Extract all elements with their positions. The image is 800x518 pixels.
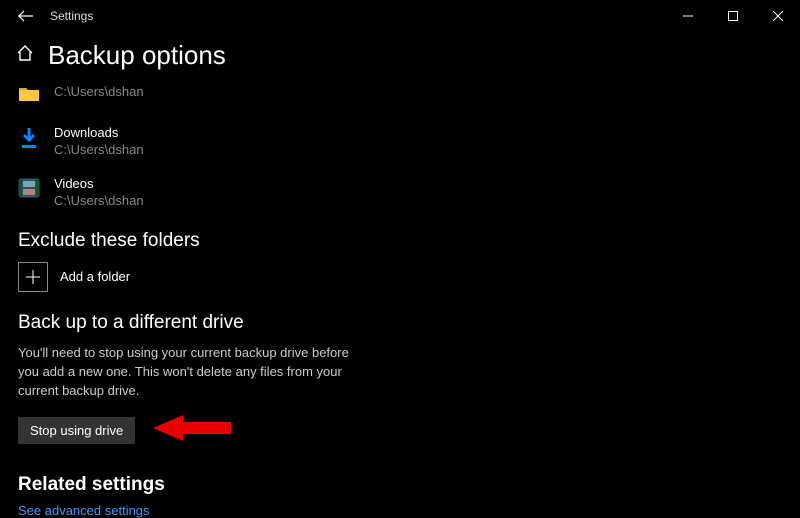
folder-text: C:\Users\dshan	[54, 83, 144, 101]
folder-icon	[18, 85, 40, 107]
videos-icon	[18, 178, 40, 200]
folder-path: C:\Users\dshan	[54, 193, 144, 210]
folder-name: Downloads	[54, 125, 144, 141]
stop-using-drive-button[interactable]: Stop using drive	[18, 417, 135, 444]
folder-path: C:\Users\dshan	[54, 84, 144, 101]
content-area: C:\Users\dshan Downloads C:\Users\dshan …	[0, 81, 800, 518]
add-folder-label: Add a folder	[60, 269, 130, 284]
app-title: Settings	[50, 9, 93, 23]
close-icon	[773, 11, 783, 21]
annotation-arrow	[153, 413, 233, 448]
add-folder-button[interactable]: Add a folder	[18, 262, 782, 292]
maximize-icon	[728, 11, 738, 21]
minimize-icon	[683, 11, 693, 21]
download-icon	[18, 127, 40, 149]
home-icon[interactable]	[16, 44, 34, 67]
minimize-button[interactable]	[665, 0, 710, 32]
folder-text: Downloads C:\Users\dshan	[54, 125, 144, 158]
folder-name: Videos	[54, 176, 144, 192]
related-heading: Related settings	[18, 474, 782, 496]
folder-text: Videos C:\Users\dshan	[54, 176, 144, 209]
maximize-button[interactable]	[710, 0, 755, 32]
exclude-heading: Exclude these folders	[18, 230, 782, 252]
page-title: Backup options	[48, 40, 226, 71]
stop-drive-row: Stop using drive	[18, 413, 782, 448]
plus-icon	[18, 262, 48, 292]
folder-item-downloads[interactable]: Downloads C:\Users\dshan	[18, 123, 782, 158]
window-controls	[665, 0, 800, 32]
close-button[interactable]	[755, 0, 800, 32]
page-header: Backup options	[0, 32, 800, 81]
arrow-left-icon	[18, 10, 34, 22]
folder-item-userroot[interactable]: C:\Users\dshan	[18, 81, 782, 107]
folder-item-videos[interactable]: Videos C:\Users\dshan	[18, 174, 782, 209]
titlebar: Settings	[0, 0, 800, 32]
see-advanced-link[interactable]: See advanced settings	[18, 503, 150, 518]
folder-path: C:\Users\dshan	[54, 142, 144, 159]
diffdrive-description: You'll need to stop using your current b…	[18, 344, 358, 401]
diffdrive-heading: Back up to a different drive	[18, 312, 782, 334]
back-button[interactable]	[12, 2, 40, 30]
